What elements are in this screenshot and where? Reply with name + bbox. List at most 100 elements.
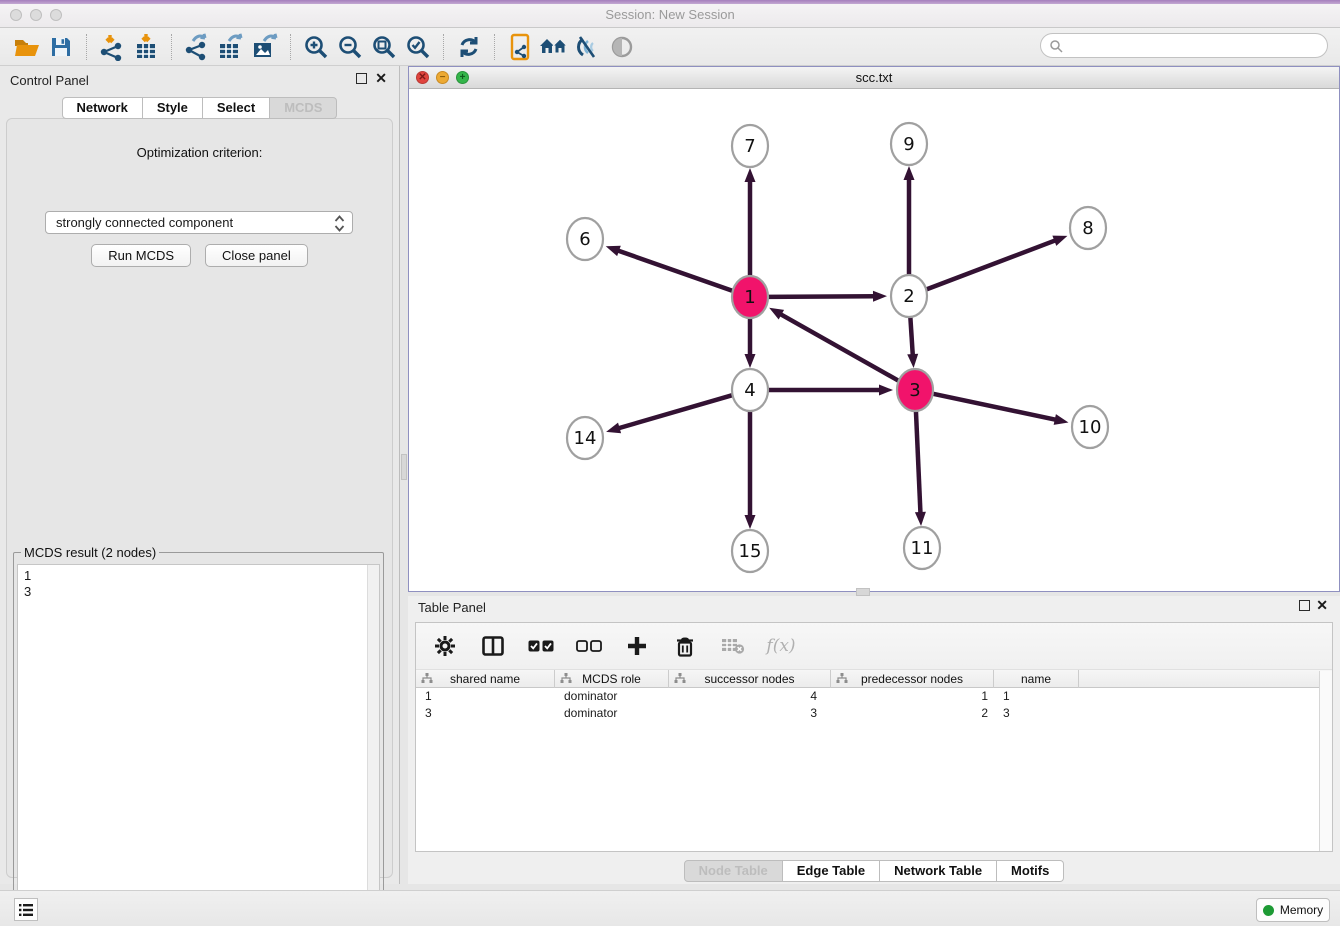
zoom-fit-icon[interactable]	[367, 32, 401, 62]
graph-edge-arrowhead	[907, 354, 918, 368]
mcds-result-group: MCDS result (2 nodes) 1 3	[13, 545, 384, 923]
tree-icon	[421, 673, 433, 684]
tab-network-table[interactable]: Network Table	[880, 860, 997, 882]
tab-edge-table[interactable]: Edge Table	[783, 860, 880, 882]
network-file-icon[interactable]	[503, 32, 537, 62]
cell-predecessor-nodes[interactable]: 2	[831, 705, 994, 722]
tab-node-table[interactable]: Node Table	[684, 860, 783, 882]
graph-edge-3-1[interactable]	[780, 314, 900, 381]
table-row[interactable]: 1 dominator 4 1 1	[416, 688, 1332, 705]
control-panel-header: Control Panel ✕	[0, 66, 399, 94]
zoom-selected-icon[interactable]	[401, 32, 435, 62]
open-session-icon[interactable]	[10, 32, 44, 62]
tree-icon	[674, 673, 686, 684]
toolbar-separator	[494, 34, 495, 60]
refresh-layout-icon[interactable]	[452, 32, 486, 62]
toolbar-separator	[86, 34, 87, 60]
result-scrollbar[interactable]	[367, 565, 379, 918]
network-window-title: scc.txt	[409, 70, 1339, 85]
cell-mcds-role[interactable]: dominator	[555, 688, 669, 705]
float-panel-icon[interactable]	[356, 73, 367, 84]
window-titlebar: Session: New Session	[0, 0, 1340, 28]
hide-graphics-icon[interactable]	[571, 32, 605, 62]
network-canvas[interactable]: 7968124314101511	[409, 89, 1339, 591]
network-window-titlebar[interactable]: ✕ − + scc.txt	[409, 67, 1339, 89]
graph-edge-4-14[interactable]	[618, 395, 733, 428]
column-header-name[interactable]: name	[994, 670, 1079, 688]
run-mcds-button[interactable]: Run MCDS	[91, 244, 191, 267]
graph-node-label: 10	[1079, 417, 1102, 438]
toggle-columns-icon[interactable]	[480, 633, 506, 659]
graph-edge-3-10[interactable]	[933, 394, 1057, 420]
zoom-out-icon[interactable]	[333, 32, 367, 62]
window-title: Session: New Session	[0, 7, 1340, 22]
add-row-icon[interactable]	[624, 633, 650, 659]
graph-edge-arrowhead	[873, 291, 887, 302]
import-network-icon[interactable]	[95, 32, 129, 62]
save-session-icon[interactable]	[44, 32, 78, 62]
column-header-successor-nodes[interactable]: successor nodes	[669, 670, 831, 688]
graph-edge-2-8[interactable]	[926, 240, 1056, 290]
graph-edge-1-2[interactable]	[768, 296, 875, 297]
cell-shared-name[interactable]: 1	[416, 688, 555, 705]
export-table-icon[interactable]	[214, 32, 248, 62]
cell-name[interactable]: 3	[994, 705, 1079, 722]
search-field[interactable]	[1040, 33, 1328, 58]
graph-edge-arrowhead	[1052, 236, 1067, 246]
cell-name[interactable]: 1	[994, 688, 1079, 705]
graph-node-label: 9	[903, 134, 914, 155]
function-builder-icon: f(x)	[768, 633, 794, 659]
graph-node-label: 6	[579, 229, 590, 250]
show-graphics-icon[interactable]	[605, 32, 639, 62]
table-settings-icon[interactable]	[432, 633, 458, 659]
cell-successor-nodes[interactable]: 4	[669, 688, 831, 705]
mcds-tab-panel: Optimization criterion: strongly connect…	[6, 118, 393, 878]
import-table-icon[interactable]	[129, 32, 163, 62]
tab-mcds[interactable]: MCDS	[270, 97, 337, 119]
splitter-grip[interactable]	[856, 588, 870, 596]
tab-network[interactable]: Network	[62, 97, 143, 119]
optimization-criterion-label: Optimization criterion:	[7, 145, 392, 160]
memory-button[interactable]: Memory	[1256, 898, 1330, 922]
tab-motifs[interactable]: Motifs	[997, 860, 1064, 882]
cell-successor-nodes[interactable]: 3	[669, 705, 831, 722]
criterion-dropdown[interactable]: strongly connected component	[45, 211, 353, 234]
tab-select[interactable]: Select	[203, 97, 270, 119]
graph-edge-arrowhead	[745, 168, 756, 182]
toolbar-separator	[290, 34, 291, 60]
float-panel-icon[interactable]	[1299, 600, 1310, 611]
table-panel: Table Panel ✕	[408, 596, 1340, 884]
tab-style[interactable]: Style	[143, 97, 203, 119]
close-panel-button[interactable]: Close panel	[205, 244, 308, 267]
mcds-result-list[interactable]: 1 3	[17, 564, 380, 919]
vertical-splitter[interactable]	[400, 66, 408, 884]
cell-shared-name[interactable]: 3	[416, 705, 555, 722]
graph-edge-arrowhead	[1054, 414, 1069, 425]
export-network-icon[interactable]	[180, 32, 214, 62]
network-window: ✕ − + scc.txt 7968124314101511	[408, 66, 1340, 592]
cell-predecessor-nodes[interactable]: 1	[831, 688, 994, 705]
graph-edge-3-11[interactable]	[916, 408, 921, 514]
splitter-grip[interactable]	[401, 454, 407, 480]
task-history-button[interactable]	[14, 898, 38, 921]
deselect-all-icon[interactable]	[576, 633, 602, 659]
column-header-shared-name[interactable]: shared name	[416, 670, 555, 688]
column-header-predecessor-nodes[interactable]: predecessor nodes	[831, 670, 994, 688]
table-scrollbar[interactable]	[1319, 671, 1332, 851]
delete-row-icon[interactable]	[672, 633, 698, 659]
control-panel-tabs: Network Style Select MCDS	[0, 97, 399, 119]
zoom-in-icon[interactable]	[299, 32, 333, 62]
graph-edge-1-6[interactable]	[617, 250, 733, 291]
select-all-icon[interactable]	[528, 633, 554, 659]
table-row[interactable]: 3 dominator 3 2 3	[416, 705, 1332, 722]
cell-mcds-role[interactable]: dominator	[555, 705, 669, 722]
search-input[interactable]	[1063, 39, 1313, 53]
export-image-icon[interactable]	[248, 32, 282, 62]
close-panel-icon[interactable]: ✕	[1316, 597, 1328, 614]
home-icon[interactable]	[537, 32, 571, 62]
graph-edge-arrowhead	[769, 308, 784, 320]
dropdown-chevrons-icon	[334, 215, 345, 232]
close-panel-icon[interactable]: ✕	[375, 70, 387, 87]
column-header-mcds-role[interactable]: MCDS role	[555, 670, 669, 688]
graph-edge-2-3[interactable]	[910, 314, 913, 356]
